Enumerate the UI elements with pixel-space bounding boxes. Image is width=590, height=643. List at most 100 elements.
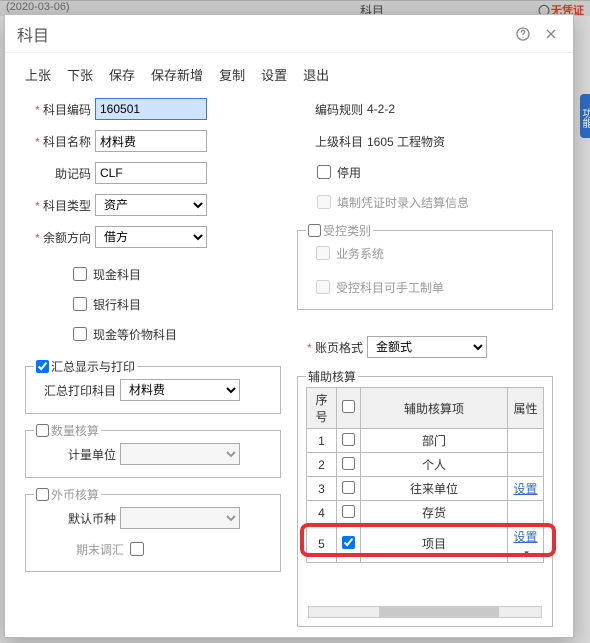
sumacct-label: 汇总打印科目: [36, 382, 116, 399]
row-checkbox[interactable]: [342, 536, 355, 549]
name-label: 科目名称: [25, 133, 91, 150]
row-checkbox[interactable]: [342, 457, 355, 470]
cell-item: 存货: [361, 501, 508, 525]
summary-group-title: 汇总显示与打印: [51, 358, 135, 375]
table-row[interactable]: 2个人: [307, 453, 544, 477]
next-button[interactable]: 下张: [67, 65, 93, 84]
ctrl-group-title: 受控类别: [323, 222, 371, 239]
name-input[interactable]: [95, 130, 207, 152]
dialog-title: 科目: [17, 22, 505, 46]
fx-group: 外币核算 默认币种 期末调汇: [25, 494, 281, 572]
bizsys-label: 业务系统: [336, 245, 384, 262]
aux-table: 序号 辅助核算项 属性 1部门2个人3往来单位设置4存货5项目设置▾: [306, 387, 544, 563]
settle-checkbox: [317, 195, 331, 209]
sumacct-select[interactable]: 材料费: [120, 379, 240, 401]
col-seq: 序号: [307, 388, 337, 429]
rule-value: 4-2-2: [367, 102, 395, 116]
periodend-checkbox[interactable]: [130, 542, 144, 556]
copy-button[interactable]: 复制: [219, 65, 245, 84]
cell-seq: 3: [307, 477, 337, 501]
fmt-label: 账页格式: [297, 339, 363, 356]
bizsys-checkbox: [316, 246, 330, 260]
dir-select[interactable]: 借方: [95, 226, 207, 248]
table-row[interactable]: 3 往来单位设置: [307, 477, 544, 501]
type-select[interactable]: 资产: [95, 194, 207, 216]
chevron-down-icon[interactable]: ▾: [524, 548, 529, 558]
cell-check: [337, 501, 361, 525]
code-label: 科目编码: [25, 101, 91, 118]
titlebar: 科目: [5, 15, 573, 53]
row-checkbox[interactable]: [342, 433, 355, 446]
table-row[interactable]: 1 部门: [307, 429, 544, 453]
parent-value: 1605 工程物资: [367, 133, 445, 150]
row-settings-link[interactable]: 设置: [513, 530, 537, 544]
fx-group-title: 外币核算: [51, 486, 99, 503]
disable-checkbox[interactable]: [317, 165, 331, 179]
cash-label: 现金科目: [93, 266, 141, 283]
cell-seq: 1: [307, 429, 337, 453]
casheq-label: 现金等价物科目: [93, 326, 177, 343]
col-check-all[interactable]: [342, 400, 355, 413]
unit-label: 计量单位: [36, 446, 116, 463]
mnem-label: 助记码: [25, 165, 91, 182]
cash-checkbox[interactable]: [73, 267, 87, 281]
cell-attr: [508, 429, 544, 453]
curr-select[interactable]: [120, 507, 240, 529]
col-attr: 属性: [508, 388, 544, 429]
cell-item: 往来单位: [361, 477, 508, 501]
fx-group-checkbox[interactable]: [36, 488, 49, 501]
ctrl-group: 受控类别 业务系统 受控科目可手工制单: [297, 230, 553, 310]
fmt-select[interactable]: 金额式: [367, 336, 487, 358]
right-column: 编码规则 4-2-2 上级科目 1605 工程物资 停用 填制凭证时录入结算信息…: [297, 96, 553, 627]
close-icon[interactable]: [541, 24, 561, 44]
mnem-input[interactable]: [95, 162, 207, 184]
col-check: [337, 388, 361, 429]
summary-group: 汇总显示与打印 汇总打印科目 材料费: [25, 366, 281, 414]
help-icon[interactable]: [513, 24, 533, 44]
side-tab[interactable]: 功能: [580, 94, 590, 138]
exit-button[interactable]: 退出: [303, 65, 329, 84]
row-checkbox[interactable]: [342, 481, 355, 494]
row-settings-link[interactable]: 设置: [513, 482, 537, 496]
aux-group-title: 辅助核算: [306, 368, 358, 385]
subject-dialog: 科目 上张 下张 保存 保存新增 复制 设置 退出 科目编码 科目名称 助记码: [4, 14, 574, 638]
aux-hscroll[interactable]: [308, 606, 542, 618]
ctrl-group-checkbox[interactable]: [308, 224, 321, 237]
table-row[interactable]: 4 存货: [307, 501, 544, 525]
settle-label: 填制凭证时录入结算信息: [337, 194, 469, 211]
prev-button[interactable]: 上张: [25, 65, 51, 84]
rule-label: 编码规则: [297, 101, 363, 118]
save-button[interactable]: 保存: [109, 65, 135, 84]
bank-checkbox[interactable]: [73, 297, 87, 311]
bg-date: (2020-03-06): [6, 1, 70, 13]
summary-group-checkbox[interactable]: [36, 360, 49, 373]
unit-select[interactable]: [120, 443, 240, 465]
col-item: 辅助核算项: [361, 388, 508, 429]
cell-check: [337, 429, 361, 453]
row-checkbox[interactable]: [342, 505, 355, 518]
manual-label: 受控科目可手工制单: [336, 279, 444, 296]
casheq-checkbox[interactable]: [73, 327, 87, 341]
manual-checkbox: [316, 280, 330, 294]
save-new-button[interactable]: 保存新增: [151, 65, 203, 84]
cell-seq: 5: [307, 525, 337, 563]
qty-group: 数量核算 计量单位: [25, 430, 281, 478]
cell-item: 部门: [361, 429, 508, 453]
periodend-label: 期末调汇: [76, 541, 124, 558]
curr-label: 默认币种: [36, 510, 116, 527]
qty-group-checkbox[interactable]: [36, 424, 49, 437]
settings-button[interactable]: 设置: [261, 65, 287, 84]
cell-attr: [508, 453, 544, 477]
bank-label: 银行科目: [93, 296, 141, 313]
left-column: 科目编码 科目名称 助记码 科目类型 资产 余额方向 借方 现金科目: [25, 96, 281, 627]
cell-check: [337, 525, 361, 563]
dialog-body: 科目编码 科目名称 助记码 科目类型 资产 余额方向 借方 现金科目: [5, 92, 573, 637]
code-input[interactable]: [95, 98, 207, 120]
cell-check: [337, 453, 361, 477]
parent-label: 上级科目: [297, 133, 363, 150]
cell-item: 项目: [361, 525, 508, 563]
cell-attr: 设置 ▾: [508, 525, 544, 563]
cell-seq: 4: [307, 501, 337, 525]
disable-label: 停用: [337, 164, 361, 181]
table-row[interactable]: 5 项目设置 ▾: [307, 525, 544, 563]
